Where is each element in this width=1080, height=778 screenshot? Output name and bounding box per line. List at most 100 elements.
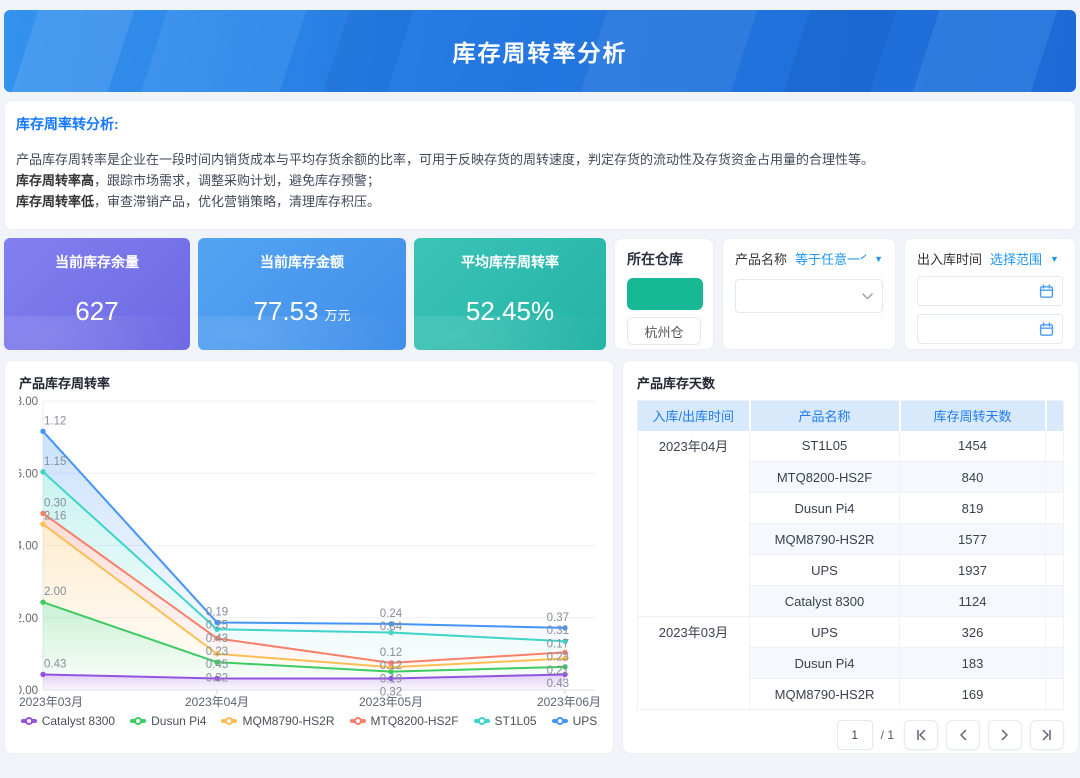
stacked-area-chart: 0.002.004.006.008.002023年03月2023年04月2023… [19,396,601,710]
days-cell: 1577 [900,524,1046,555]
table-header-row: 入库/出库时间产品名称库存周转天数 [638,401,1064,431]
filter-product-name: 产品名称 等于任意一个 ▼ [722,238,896,350]
svg-text:0.21: 0.21 [547,665,569,677]
first-page-button[interactable] [904,720,938,750]
legend-label: Catalyst 8300 [42,714,115,728]
legend-item-catalyst-8300[interactable]: Catalyst 8300 [21,714,115,728]
svg-text:0.12: 0.12 [380,660,402,672]
first-page-icon [914,729,928,741]
warehouse-selected-button[interactable] [627,278,703,310]
svg-text:0.19: 0.19 [206,606,228,618]
svg-text:1.15: 1.15 [44,456,66,468]
product-select-input[interactable] [735,279,883,313]
svg-text:0.31: 0.31 [547,625,569,637]
svg-text:0.37: 0.37 [547,612,569,624]
product-cell: ST1L05 [750,431,900,462]
banner-decoration [135,10,312,92]
legend-label: MQM8790-HS2R [242,714,334,728]
calendar-icon [1039,322,1054,337]
svg-text:2023年03月: 2023年03月 [19,695,83,709]
extra-cell [1046,524,1064,555]
turnover-chart-panel: 产品库存周转率 0.002.004.006.008.002023年03月2023… [4,360,614,754]
analysis-line-2: 库存周转率高，跟踪市场需求，调整采购计划，避免库存预警； [16,170,1064,191]
legend-label: UPS [573,714,598,728]
legend-marker-icon [474,719,490,723]
last-page-button[interactable] [1030,720,1064,750]
legend-marker-icon [130,719,146,723]
dropdown-caret-icon[interactable]: ▼ [874,254,883,264]
product-cell: Dusun Pi4 [750,648,900,679]
svg-text:0.30: 0.30 [44,497,66,509]
extra-cell [1046,648,1064,679]
svg-text:0.25: 0.25 [206,620,228,632]
kpi-value: 77.53万元 [253,296,350,327]
period-cell: 2023年03月 [638,617,750,710]
legend-marker-icon [221,719,237,723]
svg-text:0.23: 0.23 [547,652,569,664]
kpi-card-stock-balance: 当前库存余量 627 [4,238,190,350]
stock-days-panel: 产品库存天数 入库/出库时间产品名称库存周转天数 2023年04月ST1L051… [622,360,1079,754]
chart-title: 产品库存周转率 [19,373,599,392]
warehouse-option-button[interactable]: 杭州仓 [627,317,701,345]
svg-text:0.23: 0.23 [206,646,228,658]
dropdown-caret-icon[interactable]: ▼ [1050,254,1059,264]
table-header-cell: 产品名称 [750,401,900,431]
banner-decoration [7,10,141,92]
product-filter-head: 产品名称 等于任意一个 ▼ [735,249,883,268]
analysis-body: 产品库存周转率是企业在一段时间内销货成本与平均存货余额的比率，可用于反映存货的周… [16,149,1064,212]
product-cell: MQM8790-HS2R [750,679,900,710]
prev-page-button[interactable] [946,720,980,750]
days-cell: 1937 [900,555,1046,586]
legend-label: MTQ8200-HS2F [371,714,459,728]
product-operator-dropdown[interactable]: 等于任意一个 [795,249,866,268]
svg-text:8.00: 8.00 [19,396,38,408]
svg-text:0.17: 0.17 [547,638,569,650]
last-page-icon [1040,729,1054,741]
days-cell: 819 [900,493,1046,524]
warehouse-filter-label: 所在仓库 [627,249,701,269]
stock-days-table: 入库/出库时间产品名称库存周转天数 2023年04月ST1L051454MTQ8… [637,400,1064,710]
svg-text:4.00: 4.00 [19,541,38,553]
legend-item-dusun-pi4[interactable]: Dusun Pi4 [130,714,206,728]
svg-text:0.84: 0.84 [380,621,403,633]
page-title: 库存周转率分析 [453,34,628,68]
page-header-banner: 库存周转率分析 [4,10,1076,92]
svg-text:2.16: 2.16 [44,511,66,523]
product-filter-label: 产品名称 [735,249,787,268]
product-cell: Catalyst 8300 [750,586,900,617]
svg-text:1.12: 1.12 [44,415,66,427]
legend-item-ups[interactable]: UPS [552,714,598,728]
start-date-input[interactable] [917,276,1063,306]
legend-item-mqm8790-hs2r[interactable]: MQM8790-HS2R [221,714,334,728]
page-number-input[interactable]: 1 [837,720,873,750]
product-cell: UPS [750,617,900,648]
days-cell: 1454 [900,431,1046,462]
chart-legend: Catalyst 8300 Dusun Pi4 MQM8790-HS2R MTQ820… [19,714,599,728]
svg-text:0.32: 0.32 [380,687,402,699]
days-cell: 169 [900,679,1046,710]
end-date-input[interactable] [917,314,1063,344]
kpi-value: 627 [75,296,118,327]
table-row: 2023年04月ST1L051454 [638,431,1064,462]
table-header-cell: 入库/出库时间 [638,401,750,431]
legend-item-st1l05[interactable]: ST1L05 [474,714,537,728]
extra-cell [1046,679,1064,710]
kpi-card-avg-turnover: 平均库存周转率 52.45% [414,238,606,350]
kpi-card-stock-amount: 当前库存金额 77.53万元 [198,238,406,350]
table-header-cell: 库存周转天数 [900,401,1046,431]
next-page-icon [1000,729,1010,741]
days-cell: 840 [900,462,1046,493]
analysis-title: 库存周率转分析: [16,114,1064,134]
extra-cell [1046,431,1064,462]
dashboard-page: 库存周转率分析 库存周率转分析: 产品库存周转率是企业在一段时间内销货成本与平均… [0,10,1080,778]
legend-label: Dusun Pi4 [151,714,206,728]
svg-text:2.00: 2.00 [19,613,38,625]
banner-decoration [779,10,902,92]
kpi-label: 当前库存余量 [55,252,139,272]
extra-cell [1046,586,1064,617]
next-page-button[interactable] [988,720,1022,750]
svg-text:0.19: 0.19 [380,673,402,685]
legend-item-mtq8200-hs2f[interactable]: MTQ8200-HS2F [350,714,459,728]
time-range-dropdown[interactable]: 选择范围 [990,249,1042,268]
table-header-cell [1046,401,1064,431]
